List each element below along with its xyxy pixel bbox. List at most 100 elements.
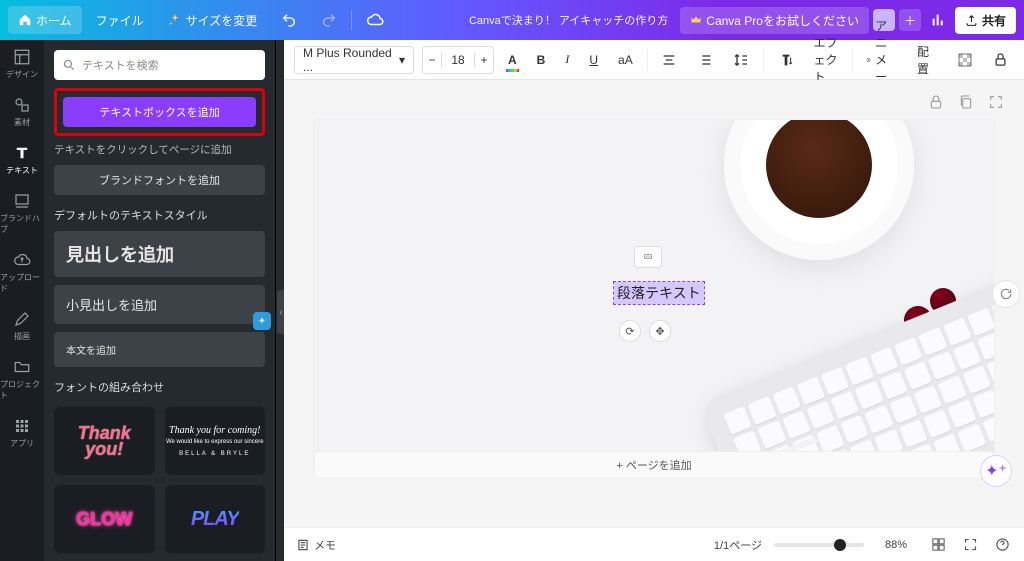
- pro-upsell[interactable]: Canva Proをお試しください: [680, 7, 869, 34]
- vertical-text-icon: [778, 52, 794, 68]
- brand-icon: [13, 192, 31, 210]
- rail-apps[interactable]: アプリ: [0, 417, 44, 449]
- photo-keyboard: [700, 255, 994, 470]
- rail-brand[interactable]: ブランドハブ: [0, 192, 44, 235]
- editor-area: M Plus Rounded ...▾ −18+ A B I U aA エフェク…: [284, 40, 1024, 561]
- fullscreen-icon: [963, 537, 978, 552]
- duplicate-page-icon[interactable]: [958, 94, 974, 110]
- folder-icon: [13, 358, 31, 376]
- combo-thank-you-coming[interactable]: Thank you for coming!We would like to ex…: [165, 407, 266, 475]
- undo-button[interactable]: [271, 6, 307, 34]
- search-icon: [62, 58, 76, 72]
- zoom-slider[interactable]: [774, 543, 864, 547]
- vertical-text-button[interactable]: [772, 46, 800, 74]
- panel-resizer[interactable]: ‹: [276, 40, 284, 561]
- file-menu[interactable]: ファイル: [86, 6, 154, 34]
- combo-thank-you[interactable]: Thankyou!: [54, 407, 155, 475]
- context-toolbar: M Plus Rounded ...▾ −18+ A B I U aA エフェク…: [284, 40, 1024, 80]
- help-button[interactable]: [992, 535, 1012, 555]
- text-panel: テキストを検索 テキストボックスを追加 テキストをクリックしてページに追加 ブラ…: [44, 40, 276, 561]
- add-subheading-button[interactable]: 小見出しを追加 ✦: [54, 285, 265, 324]
- list-icon: [697, 52, 713, 68]
- layout-icon: [13, 48, 31, 66]
- rail-elements[interactable]: 素材: [0, 96, 44, 128]
- rail-draw[interactable]: 描画: [0, 310, 44, 342]
- insights-button[interactable]: [925, 7, 951, 33]
- add-textbox-button[interactable]: テキストボックスを追加: [63, 97, 256, 127]
- resize-button[interactable]: サイズを変更: [158, 6, 268, 34]
- add-heading-button[interactable]: 見出しを追加: [54, 231, 265, 277]
- magic-fab[interactable]: ✦⁺: [980, 455, 1012, 487]
- rail-project[interactable]: プロジェクト: [0, 358, 44, 401]
- align-button[interactable]: [655, 46, 683, 74]
- font-family-select[interactable]: M Plus Rounded ...▾: [294, 46, 414, 74]
- decrease-size[interactable]: −: [423, 53, 441, 67]
- combo-play[interactable]: PLAY: [165, 485, 266, 553]
- combo-glow[interactable]: GLOW: [54, 485, 155, 553]
- font-size-stepper[interactable]: −18+: [422, 46, 494, 74]
- link-pill[interactable]: ⮹: [634, 246, 662, 268]
- cloud-sync[interactable]: [356, 6, 394, 34]
- transparency-button[interactable]: [951, 46, 979, 74]
- add-body-button[interactable]: 本文を追加: [54, 332, 265, 367]
- grid-view-icon: [931, 537, 946, 552]
- refresh-icon: [999, 287, 1013, 301]
- shapes-icon: [13, 96, 31, 114]
- side-rail: デザイン 素材 テキスト ブランドハブ アップロード 描画 プロジェクト アプリ: [0, 40, 44, 561]
- search-placeholder: テキストを検索: [82, 57, 159, 73]
- selected-textbox[interactable]: 段落テキスト: [614, 282, 704, 304]
- redo-button[interactable]: [311, 6, 347, 34]
- upload-icon: [965, 14, 978, 27]
- font-size-value[interactable]: 18: [441, 53, 475, 67]
- page-canvas[interactable]: ⮹ 段落テキスト ⟳ ✥: [314, 120, 994, 470]
- lock-icon: [993, 52, 1008, 67]
- regen-fab[interactable]: [992, 280, 1020, 308]
- list-button[interactable]: [691, 46, 719, 74]
- lock-button[interactable]: [987, 46, 1014, 74]
- fullscreen-button[interactable]: [960, 535, 980, 555]
- move-handle[interactable]: ✥: [649, 320, 671, 342]
- home-label: ホーム: [36, 12, 72, 29]
- position-button[interactable]: 配置: [911, 46, 935, 74]
- case-button[interactable]: aA: [612, 46, 639, 74]
- bottom-bar: メモ 1/1ページ 88%: [284, 527, 1024, 561]
- lock-page-icon[interactable]: [928, 94, 944, 110]
- slider-thumb[interactable]: [834, 539, 846, 551]
- font-combos-label: フォントの組み合わせ: [54, 379, 265, 395]
- redo-icon: [321, 12, 337, 28]
- rail-upload[interactable]: アップロード: [0, 251, 44, 294]
- animate-button[interactable]: アニメート: [860, 46, 903, 74]
- rail-design[interactable]: デザイン: [0, 48, 44, 80]
- rail-text[interactable]: テキスト: [0, 144, 44, 176]
- cta-highlight: テキストボックスを追加: [54, 88, 265, 136]
- pencil-icon: [13, 310, 31, 328]
- transparency-icon: [957, 52, 973, 68]
- text-color-button[interactable]: A: [502, 46, 523, 74]
- page-actions: [928, 94, 1004, 110]
- add-page-button[interactable]: + ページを追加: [314, 451, 994, 479]
- grid-icon: [13, 417, 31, 435]
- home-button[interactable]: ホーム: [8, 6, 82, 34]
- text-icon: [13, 144, 31, 162]
- grid-view-button[interactable]: [928, 535, 948, 555]
- canvas-viewport[interactable]: ⮹ 段落テキスト ⟳ ✥ + ページを追加 ✦⁺: [284, 80, 1024, 527]
- help-icon: [995, 537, 1010, 552]
- float-controls: ⟳ ✥: [619, 320, 671, 342]
- bold-button[interactable]: B: [531, 46, 552, 74]
- zoom-value[interactable]: 88%: [876, 539, 916, 551]
- spacing-button[interactable]: [727, 46, 755, 74]
- document-title[interactable]: Canvaで決まり！ アイキャッチの作り方: [469, 12, 668, 28]
- search-input[interactable]: テキストを検索: [54, 50, 265, 80]
- expand-page-icon[interactable]: [988, 94, 1004, 110]
- rotate-handle[interactable]: ⟳: [619, 320, 641, 342]
- brand-fonts-button[interactable]: ブランドフォントを追加: [54, 165, 265, 195]
- notes-button[interactable]: メモ: [296, 537, 336, 553]
- share-button[interactable]: 共有: [955, 7, 1016, 34]
- increase-size[interactable]: +: [475, 53, 493, 67]
- effects-button[interactable]: エフェクト: [808, 46, 844, 74]
- crown-icon: [690, 14, 702, 26]
- underline-button[interactable]: U: [583, 46, 604, 74]
- italic-button[interactable]: I: [559, 46, 575, 74]
- add-member-button[interactable]: ＋: [899, 9, 921, 31]
- panel-hint: テキストをクリックしてページに追加: [54, 142, 265, 157]
